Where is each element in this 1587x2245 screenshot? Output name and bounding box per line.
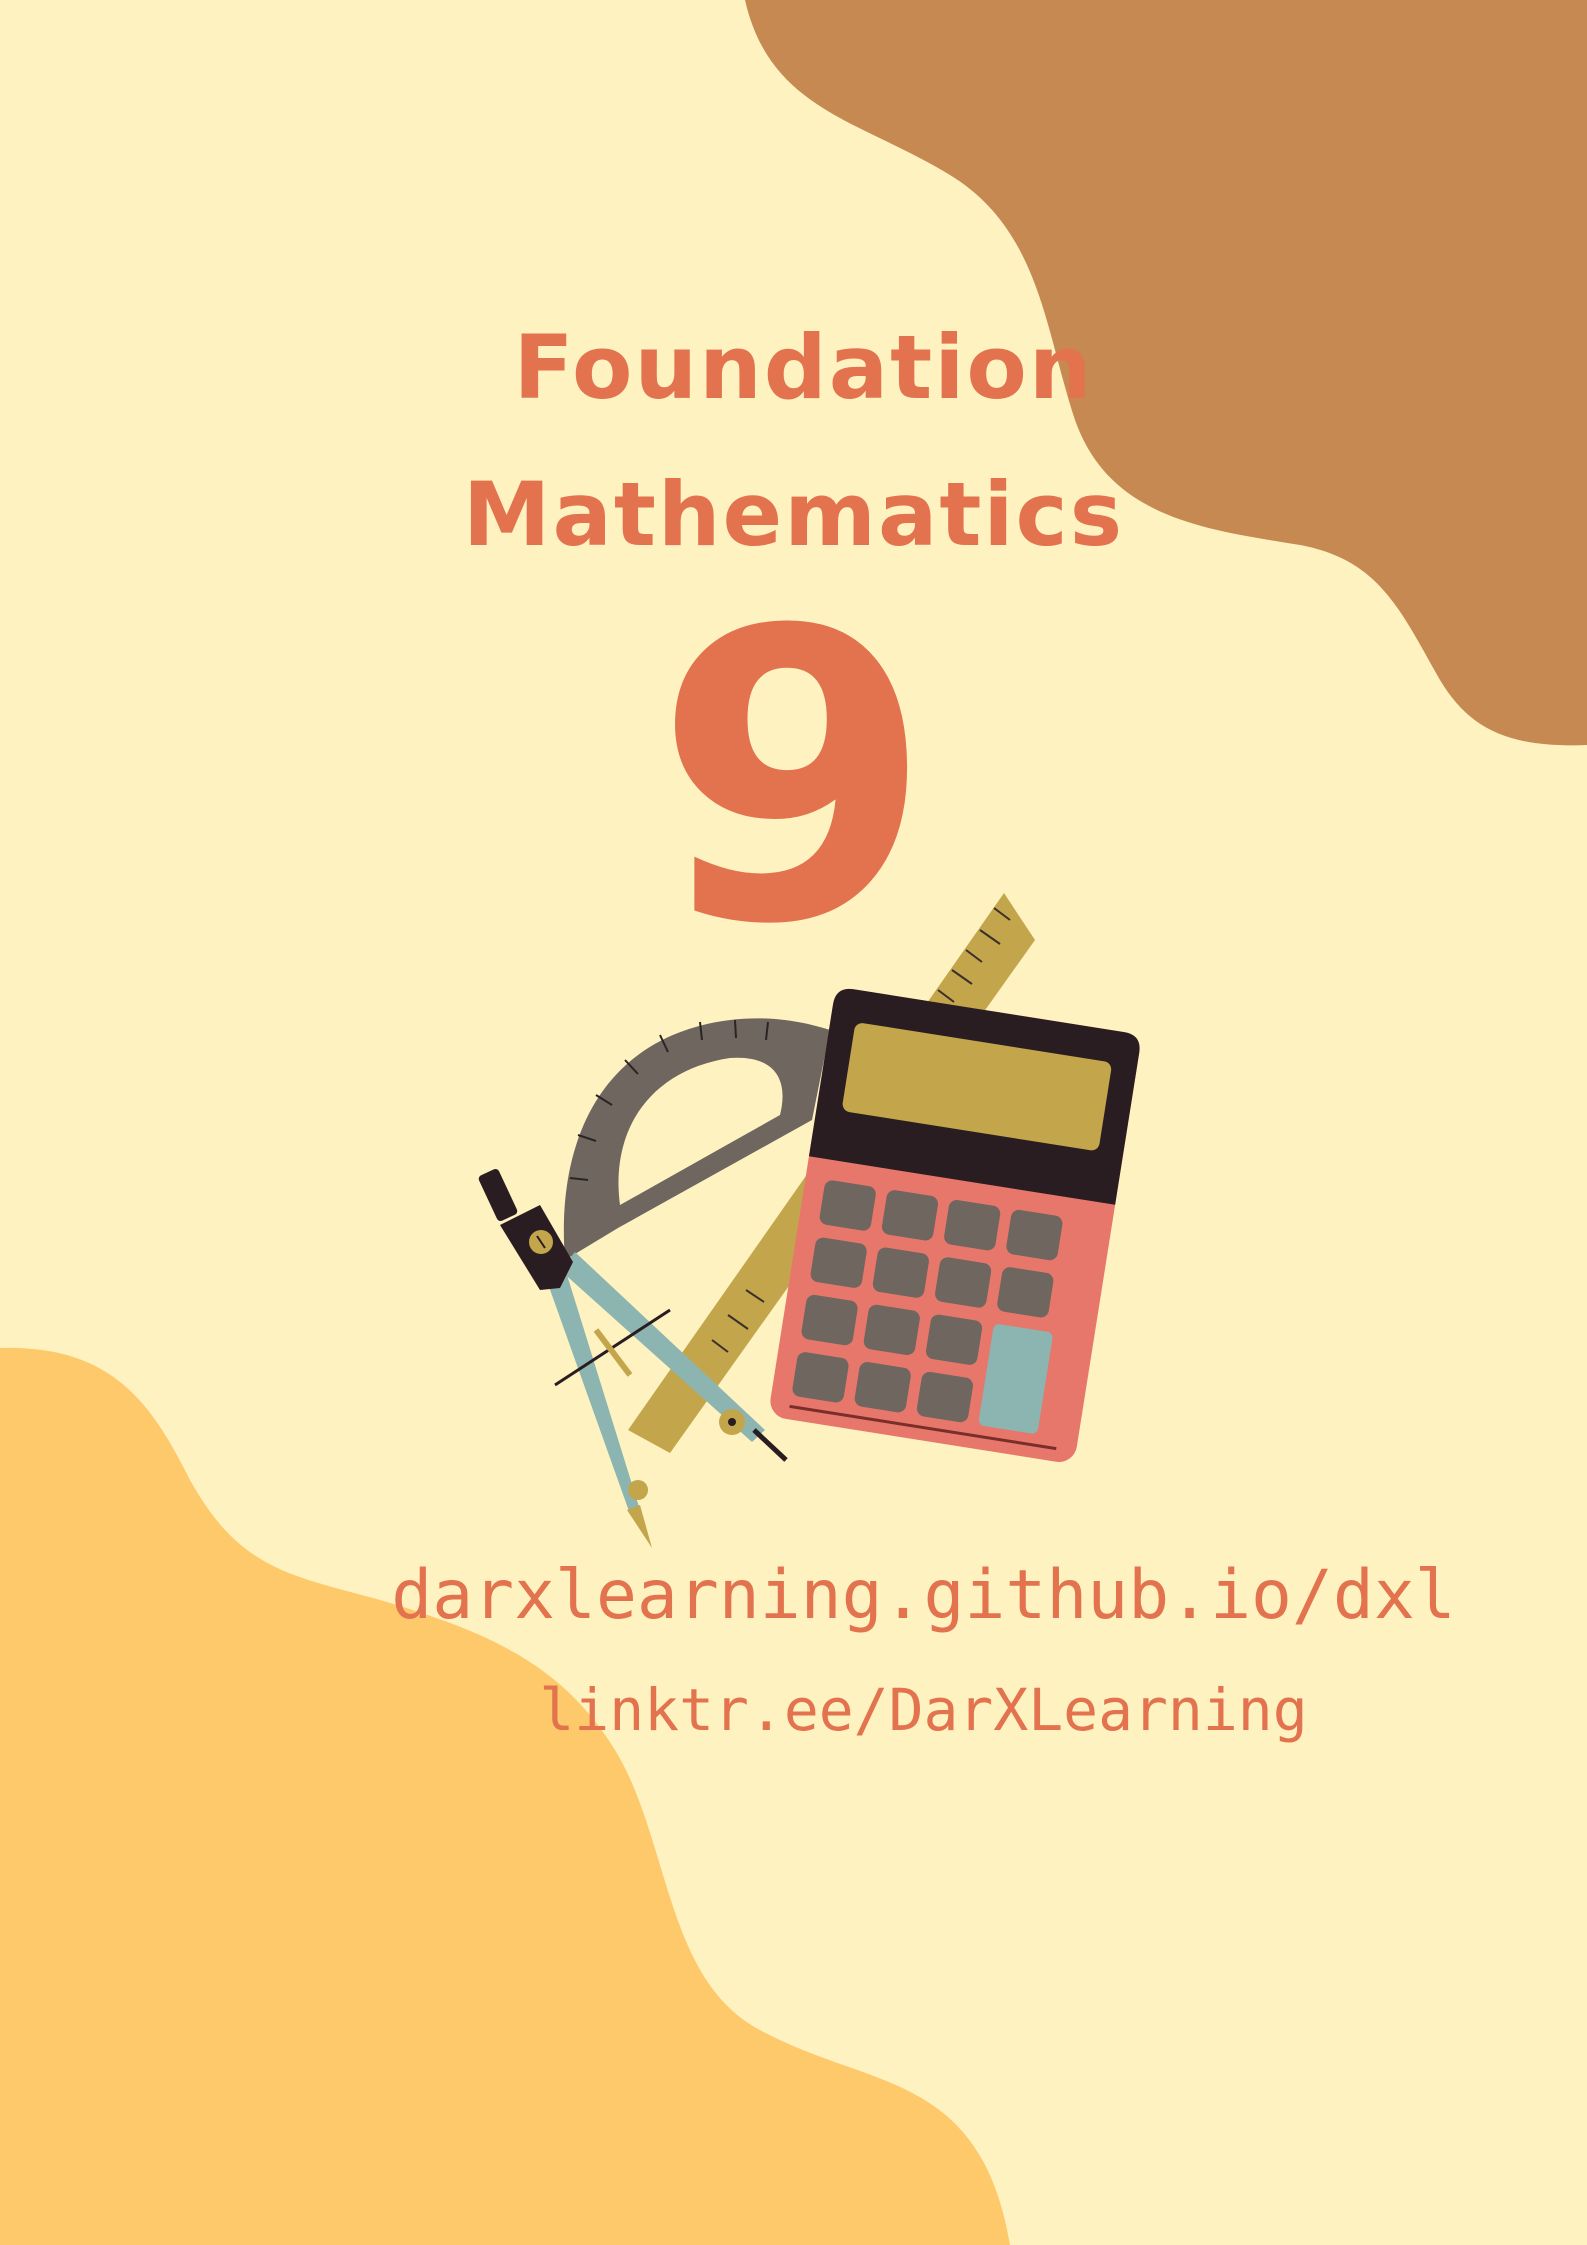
math-tools-illustration [478, 893, 1140, 1548]
linktree-link[interactable]: linktr.ee/DarXLearning [0, 1675, 1587, 1745]
website-link[interactable]: darxlearning.github.io/dxl [0, 1556, 1587, 1636]
compass-icon [478, 1169, 788, 1548]
title-line-1: Foundation [513, 316, 1094, 419]
